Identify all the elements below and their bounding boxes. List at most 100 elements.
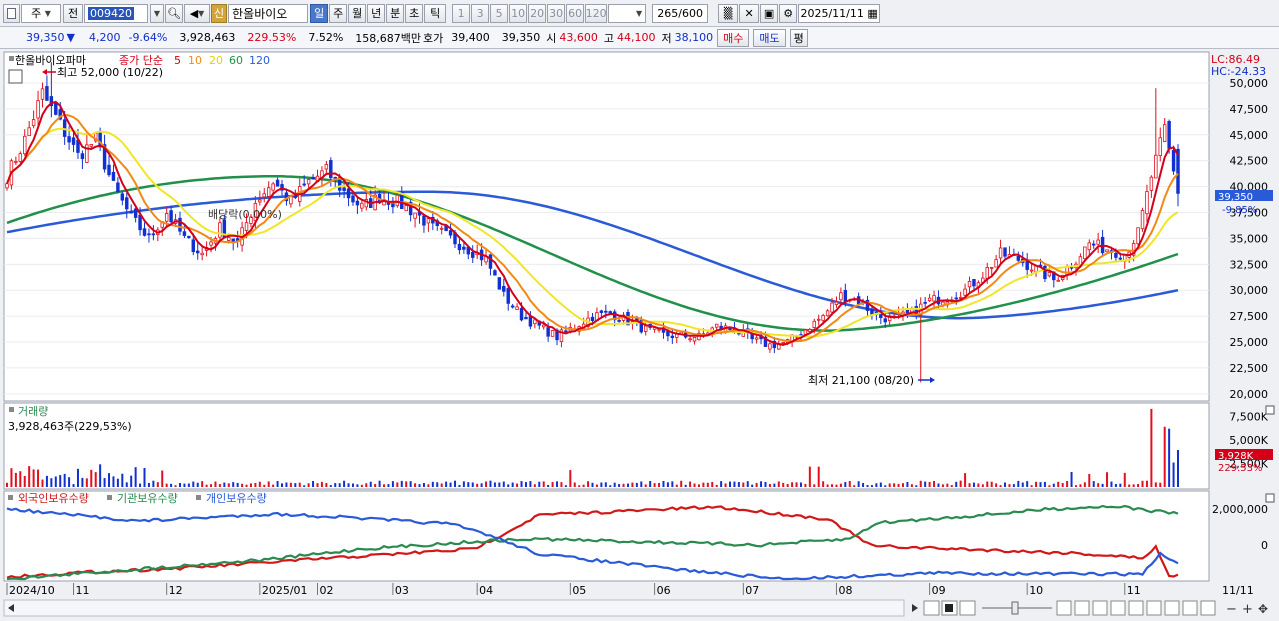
volume-bar [933, 480, 936, 487]
volume-bar [897, 483, 900, 487]
period-tick-button[interactable]: 틱 [424, 3, 447, 23]
period-minute-button[interactable]: 분 [386, 3, 405, 23]
code-input[interactable]: 009420 [84, 3, 148, 23]
volume-bar [236, 482, 239, 487]
buy-button[interactable]: 매수 [717, 28, 750, 47]
period-second-button[interactable]: 초 [405, 3, 424, 23]
sound-icon[interactable]: ◀ ▼ [184, 3, 210, 23]
zoom-slider-handle[interactable] [1011, 601, 1019, 615]
holdings-panel-close-icon[interactable] [1265, 493, 1275, 503]
settings-icon[interactable] [1164, 600, 1180, 616]
volume-bar [178, 482, 181, 487]
save-icon[interactable]: ▣ [760, 3, 779, 23]
volume-bar [1132, 484, 1135, 487]
candle-body [989, 266, 994, 269]
minute-30-button[interactable]: 30 [547, 3, 566, 23]
pan-icon[interactable] [1056, 600, 1072, 616]
delete-icon[interactable] [1128, 600, 1144, 616]
crosshair-icon[interactable]: ✕ [739, 3, 760, 23]
date-input[interactable]: 2025/11/11 ▦ [798, 3, 881, 23]
volume-bar [431, 481, 434, 487]
mode-select[interactable]: 주 ▼ [21, 3, 61, 23]
volume-bar [906, 481, 909, 487]
horizontal-scrollbar[interactable] [3, 599, 905, 617]
volume-bar [378, 480, 381, 487]
text-icon[interactable] [1110, 600, 1126, 616]
volume-bar [241, 483, 244, 487]
volume-bar [524, 482, 527, 487]
minute-10-button[interactable]: 10 [509, 3, 528, 23]
volume-bar [990, 481, 993, 487]
volume-bar [680, 480, 683, 487]
grid-toggle-icon[interactable] [8, 69, 23, 84]
lock-icon[interactable] [1182, 600, 1198, 616]
volume-bar [205, 484, 208, 487]
play-icon[interactable] [959, 600, 976, 616]
minute-60-button[interactable]: 60 [566, 3, 585, 23]
minute-custom-select[interactable]: ▼ [608, 3, 647, 23]
candle-body [54, 101, 58, 115]
volume-bar [804, 483, 807, 487]
volume-bar [1114, 483, 1117, 487]
volume-bar [502, 481, 505, 487]
candle-body [342, 187, 346, 191]
first-page-icon[interactable] [923, 600, 940, 616]
volume-bar [826, 484, 829, 487]
minute-20-button[interactable]: 20 [528, 3, 547, 23]
open-price: 43,600 [559, 31, 598, 44]
candle-body [14, 160, 18, 163]
period-year-button[interactable]: 년 [367, 3, 386, 23]
foreign-legend-marker [8, 495, 13, 500]
draw-icon[interactable] [1092, 600, 1108, 616]
prev-button[interactable]: 전 [63, 3, 83, 23]
minute-5-button[interactable]: 5 [490, 3, 509, 23]
sell-button[interactable]: 매도 [753, 28, 786, 47]
candle-body [164, 213, 169, 222]
period-week-button[interactable]: 주 [329, 3, 348, 23]
chart-tool-icon[interactable]: ▒ [718, 3, 739, 23]
volume-tick-label: 5,000K [1229, 434, 1268, 447]
volume-bar [1106, 472, 1109, 487]
price-tick-label: 27,500 [1230, 310, 1269, 323]
volume-panel-close-icon[interactable] [1265, 405, 1275, 415]
zoom-in-icon[interactable]: + [1242, 602, 1253, 617]
low-label: 저 [661, 31, 672, 45]
volume-bar [1150, 408, 1153, 487]
select-icon[interactable] [1074, 600, 1090, 616]
volume-bar [689, 481, 692, 487]
move-icon[interactable]: ✥ [1258, 602, 1268, 616]
candle-body [599, 310, 604, 313]
minute-3-button[interactable]: 3 [471, 3, 490, 23]
x-tick-label: 05 [572, 584, 586, 597]
count-input[interactable]: 265/600 [652, 3, 709, 23]
code-dropdown-button[interactable]: ▼ [150, 3, 164, 23]
gear-icon[interactable]: ⚙︎ [779, 3, 798, 23]
volume-bar [737, 482, 740, 487]
volume-bar [693, 483, 696, 487]
x-tick-label: 12 [169, 584, 183, 597]
x-tick-label: 03 [395, 584, 409, 597]
candle-body [147, 233, 151, 236]
candle-body [998, 247, 1003, 259]
volume-bar [635, 482, 638, 487]
eval-button[interactable]: 평 [789, 28, 808, 47]
minute-1-button[interactable]: 1 [452, 3, 471, 23]
candle-body [116, 182, 120, 193]
volume-bar [458, 484, 461, 487]
layout-icon[interactable] [3, 3, 20, 23]
zoom-out-icon[interactable]: − [1226, 602, 1237, 617]
volume-bar [1088, 473, 1091, 487]
volume-bar [1154, 482, 1157, 487]
period-day-button[interactable]: 일 [310, 3, 329, 23]
chart-area: 20,000 22,500 25,000 27,500 30,000 32,500 35,0… [0, 49, 1279, 621]
volume-bar [1052, 483, 1055, 487]
candle-body [129, 211, 133, 214]
candle-body [271, 183, 275, 191]
candle-body [590, 316, 595, 321]
search-icon[interactable]: 🔍︎ [165, 3, 183, 23]
minute-120-button[interactable]: 120 [585, 3, 608, 23]
print-icon[interactable] [1200, 600, 1216, 616]
period-month-button[interactable]: 월 [348, 3, 367, 23]
candle-body [830, 302, 834, 313]
copy-icon[interactable] [1146, 600, 1162, 616]
